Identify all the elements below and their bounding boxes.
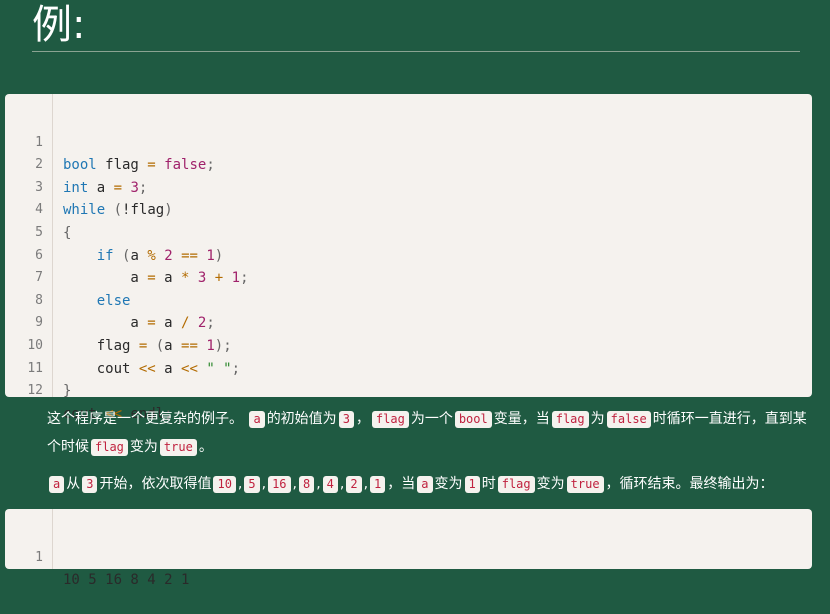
text: 变量，当 (493, 411, 550, 427)
inline-code: 2 (346, 476, 362, 493)
text: ， (355, 411, 370, 427)
inline-code: 5 (244, 476, 260, 493)
code-line: 4 { (5, 177, 71, 241)
inline-code: 1 (464, 476, 480, 493)
text: 从 (66, 476, 81, 492)
inline-code: flag (371, 411, 409, 428)
text: ，循环结束。最终输出为： (605, 476, 774, 492)
page-title: 例: (32, 2, 86, 48)
inline-code: 10 (213, 476, 236, 493)
explanation-paragraph: 这个程序是一个更复杂的例子。 a 的初始值为 3， flag 为一个 bool 变量，当 fl… (47, 405, 807, 461)
line-number: 12 (27, 383, 43, 399)
inline-code: true (159, 439, 197, 456)
code-lines: 1 bool flag = false; 2 int a = 3; 3 whil… (5, 109, 248, 422)
code-text: if (a % 2 == 1) (96, 247, 224, 264)
text: 变为 (129, 439, 158, 455)
text: 变为 (536, 476, 565, 492)
inline-code: bool (454, 411, 492, 428)
sequence-paragraph: a 从 3 开始，依次取得值 10, 5, 16, 8, 4, 2, 1 ，当 a 变为 1 时 flag 变为 t… (47, 470, 807, 498)
code-text: } (63, 383, 72, 400)
inline-code: 4 (322, 476, 338, 493)
output-lines: 1 10 5 16 8 4 2 1 (5, 524, 189, 589)
code-text: cout << a << " "; (63, 360, 241, 377)
code-text: bool flag = false; (63, 157, 215, 174)
output-line: 1 10 5 16 8 4 2 1 (5, 524, 189, 589)
inline-code: flag (497, 476, 535, 493)
code-line: 9 flag = (a == 1); (5, 290, 231, 354)
code-block: 1 bool flag = false; 2 int a = 3; 3 whil… (5, 94, 812, 422)
inline-code: 1 (370, 476, 386, 493)
text: 这个程序是一个更复杂的例子。 (47, 411, 243, 427)
code-line: 6 a = a * 3 + 1; (5, 222, 248, 287)
code-text: int a = 3; (63, 179, 148, 196)
code-text: a = a / 2; (63, 315, 215, 332)
code-line: 10 cout << a << " "; (5, 312, 240, 377)
code-line: 2 int a = 3; (5, 132, 147, 196)
inline-code: flag (551, 411, 589, 428)
code-line: 12 cout << endl; (5, 358, 172, 422)
text: 为 (590, 411, 605, 427)
text: 。 (198, 439, 213, 455)
title-divider (32, 51, 800, 52)
code-text: else (96, 292, 131, 309)
code-line: 1 bool flag = false; (5, 109, 215, 174)
inline-code: 16 (268, 476, 291, 493)
text: 变为 (434, 476, 463, 492)
inline-code: a (417, 476, 433, 493)
code-text: { (63, 224, 72, 241)
text: 为一个 (410, 411, 453, 427)
inline-code: 3 (82, 476, 98, 493)
text: 时 (481, 476, 496, 492)
code-line: 8 a = a / 2; (5, 267, 215, 332)
code-text: while (!flag) (63, 202, 173, 219)
inline-code: flag (91, 439, 128, 456)
code-line: 7 else (5, 245, 130, 309)
code-text: flag = (a == 1); (63, 337, 232, 354)
inline-code: a (49, 476, 65, 493)
text: 开始，依次取得值 (99, 476, 212, 492)
inline-code: true (566, 476, 604, 493)
inline-code: 8 (298, 476, 315, 493)
code-line: 11 } (5, 335, 71, 400)
output-text: 10 5 16 8 4 2 1 (63, 572, 190, 589)
code-text: a = a * 3 + 1; (63, 270, 249, 287)
code-line: 3 while (!flag) (5, 154, 172, 219)
inline-code: false (606, 411, 651, 428)
inline-code: a (249, 411, 265, 428)
code-line: 5 if (a % 2 == 1) (5, 199, 223, 264)
text: 的初始值为 (266, 411, 337, 427)
text: ，当 (387, 476, 416, 492)
output-block: 1 10 5 16 8 4 2 1 (5, 509, 812, 589)
inline-code: 3 (338, 411, 354, 428)
